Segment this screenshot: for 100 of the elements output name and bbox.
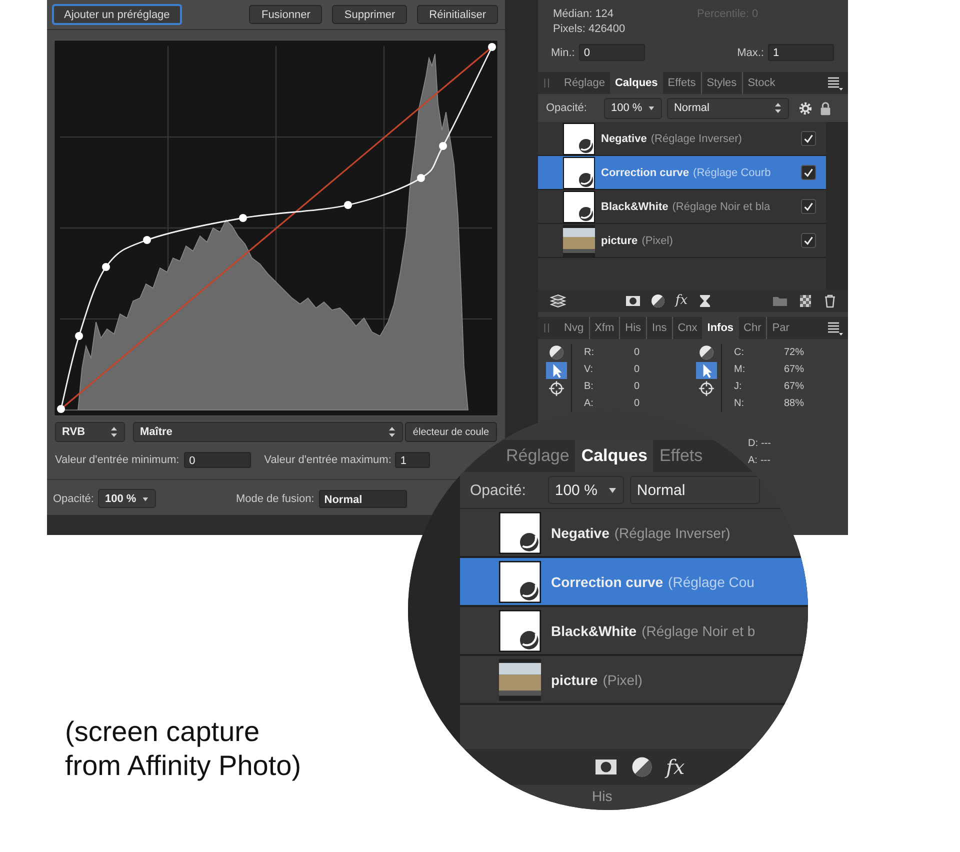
layer-name: picture <box>601 234 638 246</box>
layer-type: (Réglage Noir et b <box>642 622 756 638</box>
layer-row[interactable]: Black&White (Réglage Noir et b <box>460 607 808 656</box>
opacity-select[interactable]: 100 % <box>98 489 156 508</box>
layer-name: Black&White <box>601 200 668 212</box>
preset-button[interactable]: Ajouter un préréglage <box>52 4 182 25</box>
panel-tab[interactable]: Effets <box>653 440 709 472</box>
fx-button[interactable]: fx <box>666 755 685 779</box>
opacity-label: Opacité: <box>546 102 587 114</box>
value-label: A: <box>584 397 594 411</box>
panel-tab[interactable]: Effets <box>662 72 701 94</box>
value-label: M: <box>734 363 746 377</box>
opacity-select[interactable]: 100 % <box>604 98 662 118</box>
layer-thumbnail <box>497 512 543 554</box>
stat-text: Médian: 124 <box>553 7 615 22</box>
value-label: J: <box>734 380 743 394</box>
layer-row[interactable]: Correction curve (Réglage Courb <box>538 156 826 190</box>
value-text: 72% <box>784 346 806 360</box>
value-label: A: <box>748 455 758 466</box>
blend-mode-select[interactable]: Normal <box>666 98 789 118</box>
updown-arrow-icon <box>388 426 396 438</box>
layer-type: (Pixel) <box>642 234 673 246</box>
gear-icon[interactable] <box>798 100 813 116</box>
stat-text: Pixels: 426400 <box>553 22 626 37</box>
value-text: --- <box>760 455 770 466</box>
visibility-checkbox[interactable] <box>801 165 816 180</box>
layer-row[interactable]: Black&White (Réglage Noir et bla <box>538 190 826 224</box>
blend-mode-select[interactable]: Normal <box>630 476 760 504</box>
pointer-icon[interactable] <box>546 362 567 379</box>
panel-tab[interactable]: Réglage <box>500 440 576 472</box>
value-text: 0 <box>634 363 641 377</box>
layer-type: (Réglage Noir et bla <box>672 200 770 212</box>
layer-thumbnail <box>563 190 595 222</box>
layer-thumbnail <box>497 610 543 652</box>
value-label: V: <box>584 363 594 377</box>
opacity-select[interactable]: 100 % <box>548 476 624 504</box>
layer-type: (Réglage Inverser) <box>614 524 730 540</box>
panel-tab[interactable]: Réglage <box>559 72 610 94</box>
mask-icon[interactable] <box>625 293 642 309</box>
min-label: Valeur d'entrée minimum: <box>55 454 180 466</box>
panel-tab[interactable]: Calques <box>610 72 663 94</box>
layer-row[interactable]: Correction curve (Réglage Cou <box>460 558 808 607</box>
value-text: 67% <box>784 363 806 377</box>
updown-arrow-icon <box>774 102 782 114</box>
panel-tab[interactable]: Xfm <box>588 317 620 339</box>
panel-tab[interactable]: His <box>592 788 612 804</box>
preset-button[interactable]: Fusionner <box>249 5 322 24</box>
max-field[interactable]: 1 <box>768 44 834 61</box>
value-text: --- <box>761 438 771 449</box>
dropdown-arrow-icon <box>608 486 617 494</box>
channel-select[interactable]: RVB <box>55 422 125 442</box>
updown-arrow-icon <box>110 426 118 438</box>
checkerboard-icon[interactable] <box>797 293 813 309</box>
visibility-checkbox[interactable] <box>801 131 816 146</box>
layer-name: Negative <box>601 132 647 144</box>
menu-icon[interactable] <box>827 320 843 336</box>
layer-type: (Réglage Inverser) <box>650 132 742 144</box>
panel-tab[interactable]: Infos <box>702 317 739 339</box>
max-input-field[interactable]: 1 <box>395 452 430 468</box>
visibility-checkbox[interactable] <box>801 233 816 248</box>
min-input-field[interactable]: 0 <box>184 452 252 468</box>
blend-mode-field[interactable]: Normal <box>319 490 408 508</box>
min-label: Min.: <box>551 46 575 58</box>
target-select[interactable]: Maître <box>133 422 403 442</box>
visibility-checkbox[interactable] <box>801 199 816 214</box>
layers-icon[interactable] <box>550 293 566 309</box>
pointer-icon[interactable] <box>696 362 717 379</box>
crosshair-icon[interactable] <box>696 380 717 397</box>
value-label: R: <box>584 346 595 360</box>
opacity-label: Opacité: <box>53 492 94 504</box>
dropdown-arrow-icon <box>142 494 149 502</box>
picker-button[interactable]: électeur de coule <box>405 422 497 442</box>
value-label: D: <box>748 438 758 449</box>
fx-button[interactable]: fx <box>675 293 688 309</box>
panel-tab[interactable]: Chr <box>738 317 766 339</box>
menu-icon[interactable] <box>827 75 843 91</box>
panel-tab[interactable]: Ins <box>646 317 672 339</box>
value-text: 88% <box>784 397 806 411</box>
panel-tab[interactable]: Nvg <box>559 317 589 339</box>
layer-name: Correction curve <box>601 166 690 178</box>
panel-tab[interactable]: Par <box>766 317 794 339</box>
value-label: C: <box>734 346 745 360</box>
layer-type: (Réglage Courb <box>693 166 771 178</box>
opacity-label: Opacité: <box>470 482 526 498</box>
contrast-icon[interactable] <box>650 293 666 309</box>
min-field[interactable]: 0 <box>578 44 645 61</box>
layer-name: Black&White <box>551 622 637 638</box>
contrast-icon[interactable] <box>630 755 654 779</box>
value-label: N: <box>734 397 745 411</box>
crosshair-icon[interactable] <box>546 380 567 397</box>
layer-row[interactable]: picture (Pixel) <box>538 224 826 258</box>
preset-button[interactable]: Supprimer <box>332 5 408 24</box>
panel-tab[interactable]: His <box>619 317 646 339</box>
layer-type: (Pixel) <box>602 672 642 688</box>
photo-placeholder <box>497 658 543 700</box>
layer-type: (Réglage Cou <box>668 574 754 590</box>
preset-button[interactable]: Réinitialiser <box>417 5 498 24</box>
value-text: 0 <box>634 380 641 394</box>
trash-icon[interactable] <box>822 293 838 309</box>
panel-tab[interactable]: Calques <box>575 440 654 472</box>
